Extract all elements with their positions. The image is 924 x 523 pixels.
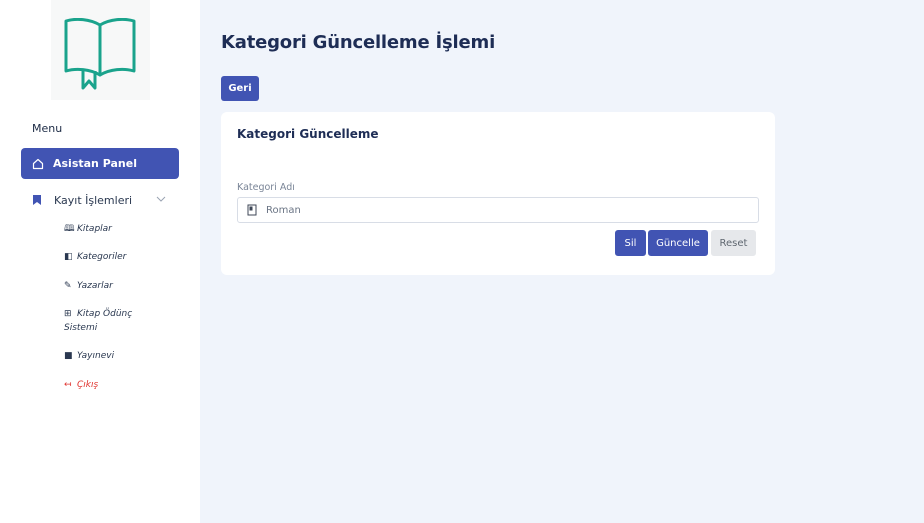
sub-item-kitaplar[interactable]: 🕮 Kitaplar xyxy=(64,222,112,236)
update-button[interactable]: Güncelle xyxy=(648,230,708,256)
sub-item-kategoriler[interactable]: ◧ Kategoriler xyxy=(64,250,126,264)
nav-item-asistan-panel[interactable]: Asistan Panel xyxy=(21,148,179,179)
logout-icon: ↤ xyxy=(64,380,72,390)
sub-item-cikis[interactable]: ↤ Çıkış xyxy=(64,378,98,392)
plus-square-icon: ⊞ xyxy=(64,309,72,319)
back-button[interactable]: Geri xyxy=(221,76,259,101)
reset-button[interactable]: Reset xyxy=(711,230,756,256)
category-name-label: Kategori Adı xyxy=(237,182,295,193)
book-icon xyxy=(247,204,257,216)
page-title: Kategori Güncelleme İşlemi xyxy=(221,32,496,53)
nav-group-kayit-islemleri[interactable]: Kayıt İşlemleri xyxy=(21,189,179,211)
pen-icon: ✎ xyxy=(64,281,72,291)
chevron-down-icon xyxy=(156,194,166,204)
nav-group-label: Kayıt İşlemleri xyxy=(54,193,133,207)
category-name-input[interactable] xyxy=(266,204,746,216)
category-update-card: Kategori Güncelleme Kategori Adı Sil Gün… xyxy=(221,112,775,275)
book-icon: 🕮 xyxy=(64,224,75,234)
bookmark-icon xyxy=(32,194,42,206)
journal-icon: ◧ xyxy=(64,252,73,262)
delete-button[interactable]: Sil xyxy=(615,230,646,256)
building-icon: ■ xyxy=(64,351,73,361)
category-name-field[interactable] xyxy=(237,197,759,223)
open-book-icon xyxy=(64,18,136,90)
menu-heading: Menu xyxy=(32,122,63,135)
home-icon xyxy=(32,158,44,170)
logo[interactable] xyxy=(51,0,150,100)
sub-item-kitap-odunc-sistemi[interactable]: ⊞ Kitap Ödünç Sistemi xyxy=(64,307,132,335)
sub-item-yazarlar[interactable]: ✎ Yazarlar xyxy=(64,279,113,293)
sub-item-yayinevi[interactable]: ■ Yayınevi xyxy=(64,349,114,363)
sidebar: Menu Asistan Panel Kayıt İşlemleri 🕮 Kita… xyxy=(0,0,200,523)
nav-item-label: Asistan Panel xyxy=(53,157,137,170)
card-title: Kategori Güncelleme xyxy=(237,127,379,141)
